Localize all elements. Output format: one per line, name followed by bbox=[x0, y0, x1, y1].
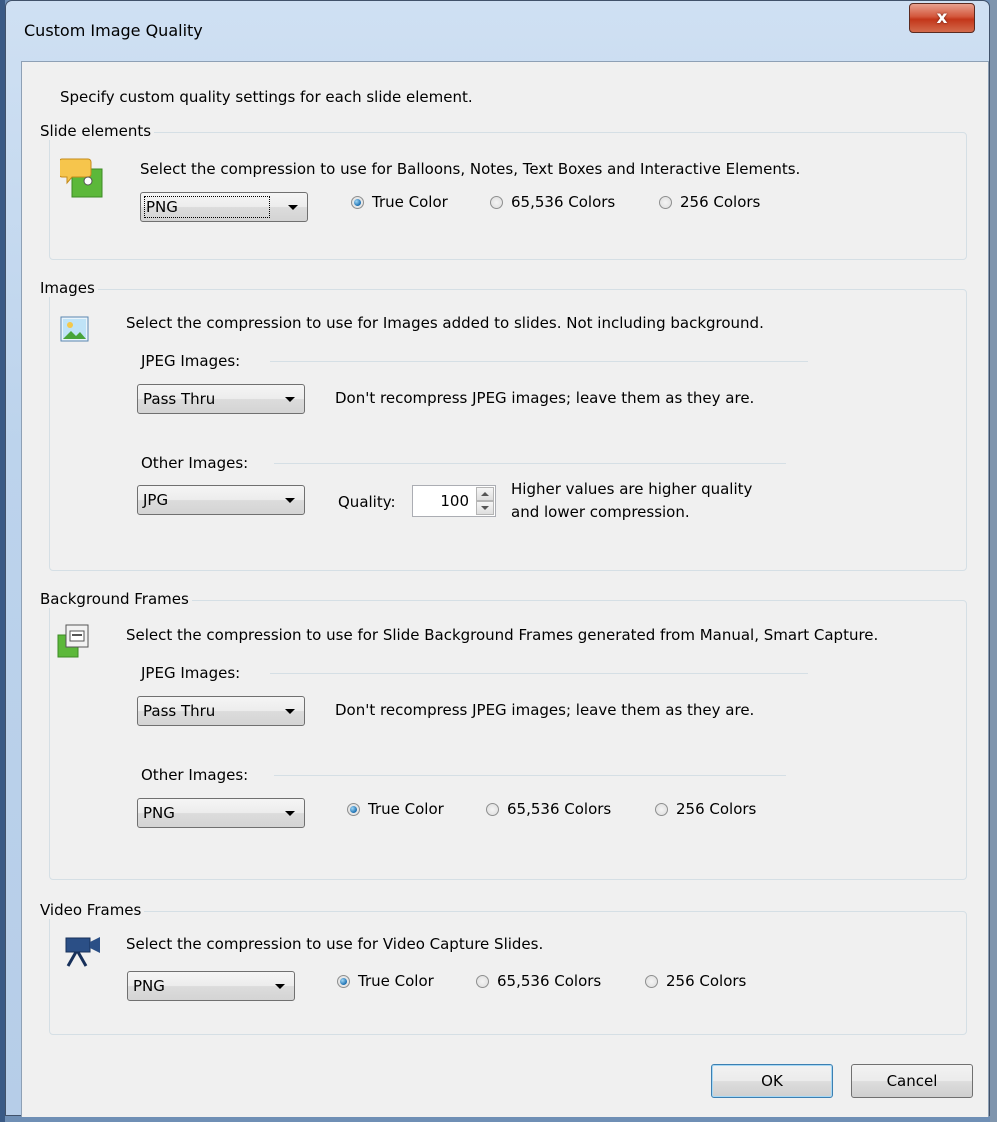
images-title: Images bbox=[40, 279, 98, 297]
dialog-title: Custom Image Quality bbox=[24, 21, 203, 40]
radio-icon bbox=[659, 195, 672, 209]
quality-note-line-2: and lower compression. bbox=[511, 503, 690, 521]
radio-label: 65,536 Colors bbox=[511, 193, 616, 211]
radio-icon bbox=[476, 974, 489, 988]
video-frames-title: Video Frames bbox=[40, 901, 145, 919]
radio-icon bbox=[645, 974, 658, 988]
background-frames-other-compression-value: PNG bbox=[143, 804, 175, 822]
background-frames-radio-true-color[interactable]: True Color bbox=[347, 800, 444, 818]
chevron-down-icon bbox=[288, 205, 298, 210]
radio-label: 256 Colors bbox=[666, 972, 747, 990]
quality-label: Quality: bbox=[338, 493, 396, 511]
separator bbox=[270, 361, 808, 362]
radio-icon bbox=[655, 802, 668, 816]
slide-elements-title: Slide elements bbox=[40, 122, 155, 140]
images-group: Images Select the compression to use for… bbox=[40, 279, 967, 571]
chevron-down-icon bbox=[285, 811, 295, 816]
background-frames-radio-65536-colors[interactable]: 65,536 Colors bbox=[486, 800, 611, 818]
ok-button-label: OK bbox=[761, 1072, 783, 1090]
background-frames-other-compression-select[interactable]: PNG bbox=[137, 798, 305, 828]
background-frames-jpeg-compression-value: Pass Thru bbox=[143, 702, 216, 720]
separator bbox=[274, 463, 786, 464]
close-icon: x bbox=[936, 8, 948, 28]
slide-elements-radio-256-colors[interactable]: 256 Colors bbox=[659, 193, 760, 211]
slide-elements-radio-65536-colors[interactable]: 65,536 Colors bbox=[490, 193, 615, 211]
background-frames-jpeg-compression-select[interactable]: Pass Thru bbox=[137, 696, 305, 726]
video-frames-description: Select the compression to use for Video … bbox=[126, 935, 544, 953]
intro-text: Specify custom quality settings for each… bbox=[60, 88, 473, 106]
images-description: Select the compression to use for Images… bbox=[126, 314, 764, 332]
background-frames-other-label: Other Images: bbox=[141, 766, 249, 784]
slide-elements-compression-select[interactable]: PNG bbox=[140, 192, 308, 222]
slide-elements-description: Select the compression to use for Balloo… bbox=[140, 160, 801, 178]
images-jpeg-compression-value: Pass Thru bbox=[143, 390, 216, 408]
images-other-compression-select[interactable]: JPG bbox=[137, 485, 305, 515]
separator bbox=[270, 673, 808, 674]
images-other-label: Other Images: bbox=[141, 454, 249, 472]
chevron-down-icon bbox=[285, 709, 295, 714]
background-frames-icon bbox=[57, 624, 89, 658]
images-jpeg-label: JPEG Images: bbox=[141, 352, 241, 370]
ok-button[interactable]: OK bbox=[711, 1064, 833, 1098]
spin-up-icon[interactable] bbox=[476, 487, 494, 501]
radio-label: 65,536 Colors bbox=[497, 972, 602, 990]
background-strip-right bbox=[990, 0, 997, 1122]
background-frames-description: Select the compression to use for Slide … bbox=[126, 626, 879, 644]
radio-label: 65,536 Colors bbox=[507, 800, 612, 818]
background-frames-radio-256-colors[interactable]: 256 Colors bbox=[655, 800, 756, 818]
radio-label: 256 Colors bbox=[680, 193, 761, 211]
radio-label: True Color bbox=[358, 972, 434, 990]
radio-label: 256 Colors bbox=[676, 800, 757, 818]
separator bbox=[274, 775, 786, 776]
radio-selected-icon bbox=[337, 974, 350, 988]
chevron-down-icon bbox=[285, 397, 295, 402]
video-camera-icon bbox=[65, 937, 100, 967]
radio-label: True Color bbox=[368, 800, 444, 818]
quality-value: 100 bbox=[440, 492, 469, 510]
cancel-button-label: Cancel bbox=[886, 1072, 938, 1090]
background-frames-title: Background Frames bbox=[40, 590, 192, 608]
slide-elements-group: Slide elements Select the compression to… bbox=[40, 122, 967, 260]
picture-icon bbox=[60, 316, 89, 342]
title-bar[interactable]: Custom Image Quality x bbox=[6, 1, 989, 61]
chevron-down-icon bbox=[275, 984, 285, 989]
cancel-button[interactable]: Cancel bbox=[851, 1064, 973, 1098]
quality-note-line-1: Higher values are higher quality bbox=[511, 480, 753, 498]
background-frames-jpeg-label: JPEG Images: bbox=[141, 664, 241, 682]
radio-icon bbox=[490, 195, 503, 209]
dialog-client-area: Specify custom quality settings for each… bbox=[21, 61, 989, 1117]
close-button[interactable]: x bbox=[909, 3, 975, 33]
radio-selected-icon bbox=[347, 802, 360, 816]
background-frames-jpeg-note: Don't recompress JPEG images; leave them… bbox=[335, 701, 755, 719]
balloon-note-icon bbox=[60, 158, 103, 198]
images-jpeg-note: Don't recompress JPEG images; leave them… bbox=[335, 389, 755, 407]
radio-label: True Color bbox=[372, 193, 448, 211]
slide-elements-radio-true-color[interactable]: True Color bbox=[351, 193, 448, 211]
slide-elements-compression-value: PNG bbox=[144, 196, 270, 218]
video-frames-radio-true-color[interactable]: True Color bbox=[337, 972, 434, 990]
quality-spinner[interactable]: 100 bbox=[412, 485, 496, 517]
video-frames-group: Video Frames Select the compression to u… bbox=[40, 901, 967, 1035]
video-frames-radio-65536-colors[interactable]: 65,536 Colors bbox=[476, 972, 601, 990]
chevron-down-icon bbox=[285, 498, 295, 503]
radio-selected-icon bbox=[351, 195, 364, 209]
images-other-compression-value: JPG bbox=[143, 491, 169, 509]
radio-icon bbox=[486, 802, 499, 816]
video-frames-compression-value: PNG bbox=[133, 977, 165, 995]
dialog-window: Custom Image Quality x Specify custom qu… bbox=[5, 0, 990, 1117]
images-jpeg-compression-select[interactable]: Pass Thru bbox=[137, 384, 305, 414]
spin-down-icon[interactable] bbox=[476, 501, 494, 515]
video-frames-radio-256-colors[interactable]: 256 Colors bbox=[645, 972, 746, 990]
video-frames-compression-select[interactable]: PNG bbox=[127, 971, 295, 1001]
background-frames-group: Background Frames Select the compression… bbox=[40, 590, 967, 880]
